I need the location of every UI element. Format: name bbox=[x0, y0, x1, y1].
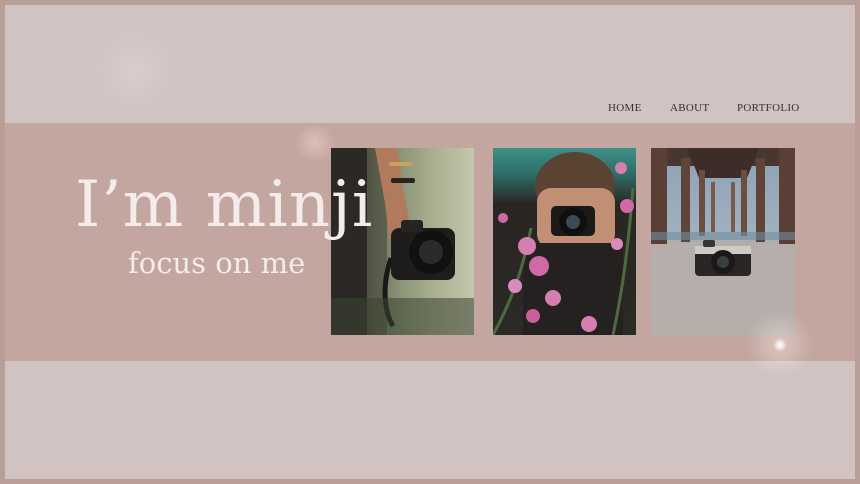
page: HOME ABOUT PORTFOLIO I’m minji focus on … bbox=[5, 5, 855, 479]
nav-about-link[interactable]: ABOUT bbox=[670, 102, 709, 114]
camera-under-pier-photo bbox=[651, 148, 795, 335]
header-band bbox=[5, 5, 855, 123]
hero-title: I’m minji bbox=[75, 168, 374, 242]
nav-home-link[interactable]: HOME bbox=[608, 102, 642, 114]
nav-portfolio-link[interactable]: PORTFOLIO bbox=[737, 102, 800, 114]
photographer-behind-pink-flowers-photo bbox=[493, 148, 636, 335]
footer-band bbox=[5, 361, 855, 479]
hero-subtitle: focus on me bbox=[128, 246, 306, 280]
